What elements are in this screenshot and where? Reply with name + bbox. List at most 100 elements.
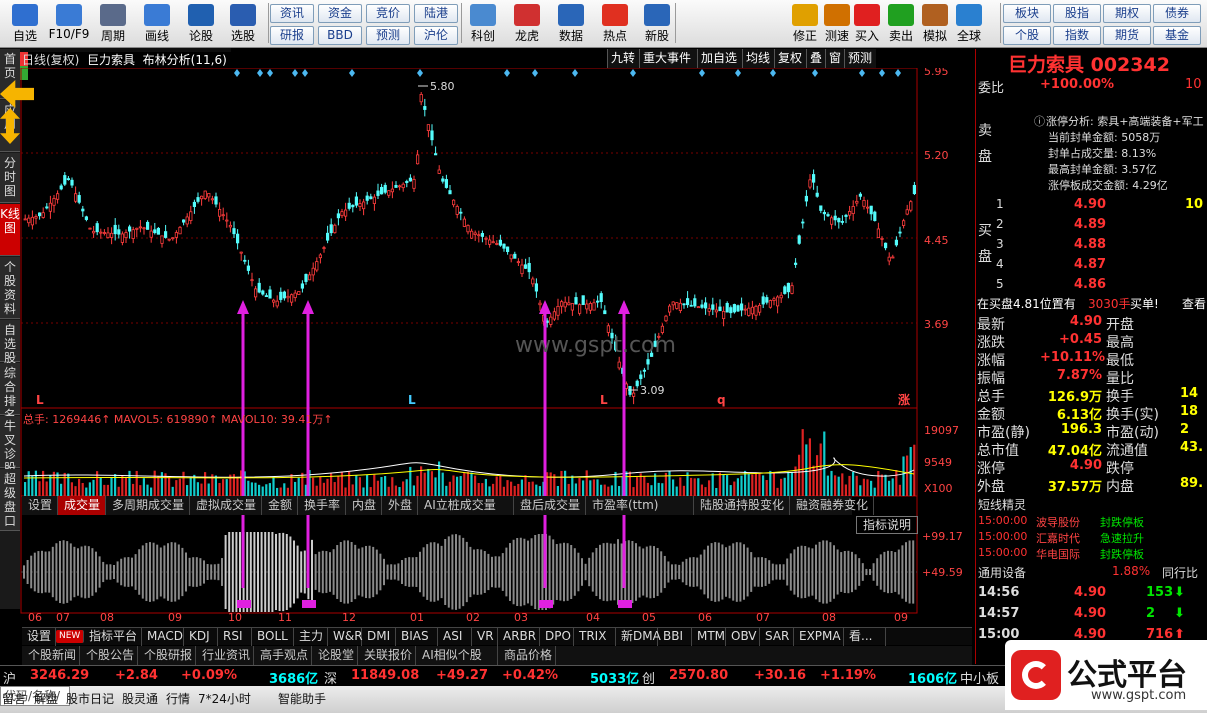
toolbar-grid-button[interactable]: 沪伦 <box>414 26 458 45</box>
toolbar-pencil-button[interactable]: 画线 <box>136 1 178 46</box>
event-diamond-icon[interactable] <box>735 69 741 77</box>
event-diamond-icon[interactable] <box>234 69 240 77</box>
sector-name[interactable]: 通用设备 <box>978 564 1026 581</box>
indicator-tab[interactable]: VR <box>472 628 498 646</box>
toolbar-tiger-button[interactable]: 龙虎 <box>506 1 548 46</box>
status-bar-item[interactable]: 7*24小时 <box>198 690 251 707</box>
event-diamond-icon[interactable] <box>292 69 298 77</box>
chart-header-button[interactable]: 均线 <box>742 49 774 68</box>
left-tab-3[interactable]: K线图 <box>0 204 20 256</box>
volume-sub-tab[interactable]: 市盈率(ttm) <box>586 496 694 515</box>
indicator-tab[interactable]: 主力 <box>294 628 328 646</box>
event-diamond-icon[interactable] <box>349 69 355 77</box>
news-tab[interactable]: 个股新闻 <box>22 646 80 665</box>
event-diamond-icon[interactable] <box>257 69 263 77</box>
event-diamond-icon[interactable] <box>417 69 423 77</box>
news-tab[interactable]: 个股公告 <box>80 646 138 665</box>
indicator-tab[interactable]: 设置 <box>22 628 56 646</box>
toolbar-document-button[interactable]: F10/F9 <box>48 1 90 46</box>
left-tab-8[interactable]: 超级盘口 <box>0 469 20 531</box>
chart-header-button[interactable]: 加自选 <box>697 49 742 68</box>
indicator-tab[interactable]: DPO <box>540 628 574 646</box>
volume-sub-tab[interactable]: 金额 <box>262 496 298 515</box>
toolbar-grid-button[interactable]: 研报 <box>270 26 314 45</box>
short-stock[interactable]: 华电国际 <box>1036 546 1080 562</box>
indicator-tab[interactable]: OBV <box>726 628 760 646</box>
index-name[interactable]: 沪 <box>3 668 16 687</box>
volume-sub-tab[interactable]: 换手率 <box>298 496 346 515</box>
event-diamond-icon[interactable] <box>504 69 510 77</box>
volume-sub-tab[interactable]: 内盘 <box>346 496 382 515</box>
event-diamond-icon[interactable] <box>812 69 818 77</box>
news-tab[interactable]: 关联报价 <box>358 646 416 665</box>
volume-sub-tab[interactable]: 虚拟成交量 <box>190 496 262 515</box>
volume-sub-tab[interactable]: 成交量 <box>58 496 106 515</box>
volume-sub-tab[interactable]: 盘后成交量 <box>514 496 586 515</box>
volume-sub-tab[interactable]: 外盘 <box>382 496 418 515</box>
toolbar-grid-button[interactable]: 预测 <box>366 26 410 45</box>
left-tab-2[interactable]: 分时图 <box>0 153 20 203</box>
toolbar-pe-button[interactable]: 数据 <box>550 1 592 46</box>
index-name[interactable]: 深 <box>324 668 337 687</box>
index-name[interactable]: 创 <box>642 668 655 687</box>
index-tail[interactable]: 中小板 <box>960 668 999 687</box>
news-tab[interactable]: 个股研报 <box>138 646 196 665</box>
volume-sub-tab[interactable]: 陆股通持股变化 <box>694 496 790 515</box>
indicator-tab[interactable]: ARBR <box>498 628 540 646</box>
toolbar-grid-button[interactable]: 资讯 <box>270 4 314 23</box>
toolbar-star-button[interactable]: 自选 <box>4 1 46 46</box>
status-bar-item[interactable]: 股市日记 <box>66 690 114 707</box>
indicator-tab[interactable]: BIAS <box>396 628 438 646</box>
indicator-tab[interactable]: KDJ <box>184 628 218 646</box>
indicator-tab[interactable]: TRIX <box>574 628 616 646</box>
left-tab-4[interactable]: 个股资料 <box>0 257 20 319</box>
short-stock[interactable]: 波导股份 <box>1036 514 1080 530</box>
toolbar-market-button[interactable]: 股指 <box>1053 4 1101 23</box>
chart-header-button[interactable]: 叠 <box>806 49 825 68</box>
toolbar-chart-button[interactable]: 科创 <box>462 1 504 46</box>
indicator-tab[interactable]: ASI <box>438 628 472 646</box>
chart-header-button[interactable]: 重大事件 <box>639 49 697 68</box>
news-tab[interactable]: 行业资讯 <box>196 646 254 665</box>
toolbar-hot-button[interactable]: 热点 <box>594 1 636 46</box>
indicator-tab[interactable]: W&R <box>328 628 363 646</box>
indicator-tab[interactable]: 看... <box>844 628 886 646</box>
indicator-explain-button[interactable]: 指标说明 <box>856 516 918 534</box>
toolbar-market-button[interactable]: 债券 <box>1153 4 1201 23</box>
status-bar-item[interactable]: 智能助手 <box>278 690 326 707</box>
chart-header-button[interactable]: 复权 <box>774 49 806 68</box>
event-diamond-icon[interactable] <box>895 69 901 77</box>
news-tab[interactable]: 商品价格 <box>498 646 556 665</box>
order-status-link[interactable]: 查看 <box>1182 295 1206 312</box>
event-diamond-icon[interactable] <box>879 69 885 77</box>
toolbar-alarm-button[interactable]: 测速 <box>820 1 854 46</box>
toolbar-grid-button[interactable]: 陆港 <box>414 4 458 23</box>
toolbar-globe-button[interactable]: 全球 <box>952 1 986 46</box>
toolbar-grid-button[interactable]: BBD <box>318 26 362 45</box>
toolbar-clock-button[interactable]: 周期 <box>92 1 134 46</box>
toolbar-grid-button[interactable]: 竞价 <box>366 4 410 23</box>
indicator-tab[interactable]: DMI <box>362 628 396 646</box>
volume-sub-tab[interactable]: 设置 <box>22 496 58 515</box>
status-bar-item[interactable]: 行情 <box>166 690 190 707</box>
indicator-tab[interactable]: BOLL <box>252 628 294 646</box>
volume-sub-tab[interactable]: 融资融券变化 <box>790 496 874 515</box>
sector-compare[interactable]: 同行比 <box>1162 564 1198 581</box>
toolbar-market-button[interactable]: 期权 <box>1103 4 1151 23</box>
status-bar-item[interactable]: 股灵通 <box>122 690 158 707</box>
chart-header-button[interactable]: 预测 <box>844 49 876 68</box>
event-diamond-icon[interactable] <box>859 69 865 77</box>
toolbar-hammer-button[interactable]: 模拟 <box>918 1 952 46</box>
event-diamond-icon[interactable] <box>302 69 308 77</box>
toolbar-sell-button[interactable]: 卖出 <box>884 1 918 46</box>
volume-sub-tab[interactable]: 多周期成交量 <box>106 496 190 515</box>
chart-header-button[interactable]: 窗 <box>825 49 844 68</box>
event-diamond-icon[interactable] <box>267 69 273 77</box>
indicator-tab[interactable]: SAR <box>760 628 794 646</box>
toolbar-market-button[interactable]: 指数 <box>1053 26 1101 45</box>
indicator-tab[interactable]: MTM <box>692 628 726 646</box>
indicator-tab[interactable]: EXPMA <box>794 628 844 646</box>
toolbar-grid-button[interactable]: 资金 <box>318 4 362 23</box>
short-stock[interactable]: 汇嘉时代 <box>1036 530 1080 546</box>
news-tab[interactable]: AI相似个股 <box>416 646 498 665</box>
